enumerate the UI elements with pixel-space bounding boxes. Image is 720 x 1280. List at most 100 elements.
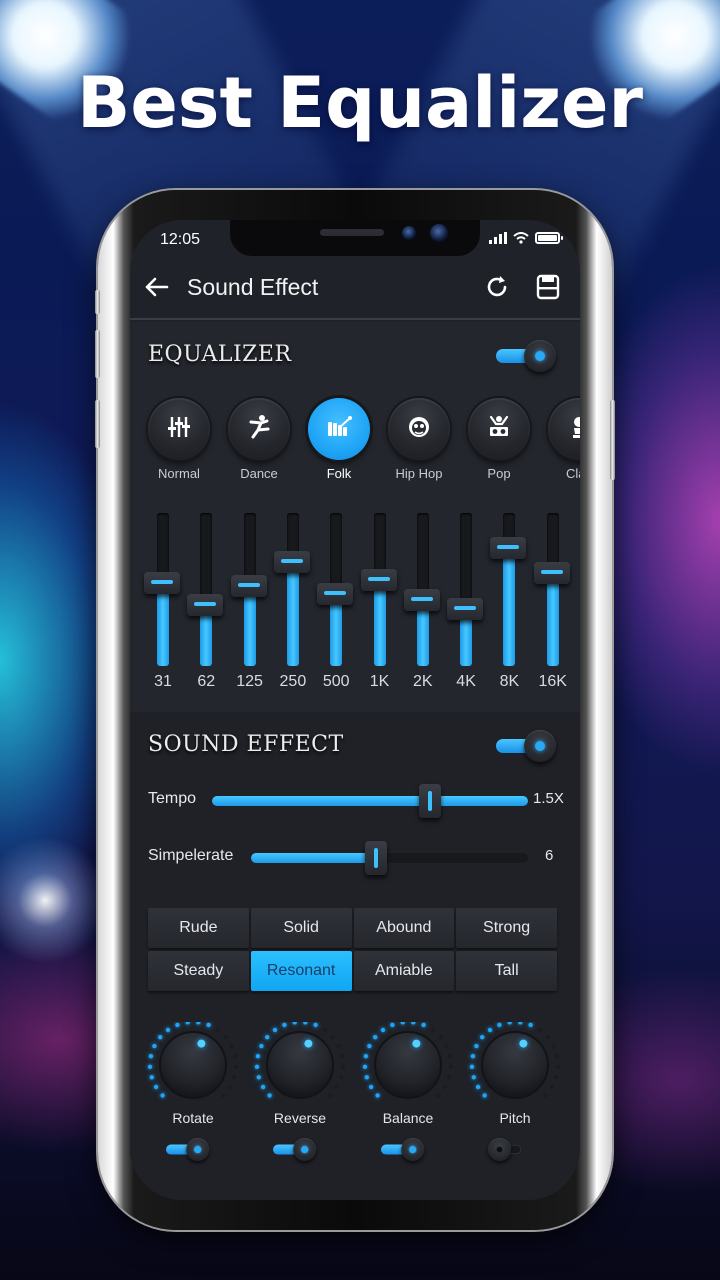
phone-screen: 12:05 Sound Effect EQUALIZER Normal Dance… [130, 220, 580, 1200]
arrow-left-icon[interactable] [142, 272, 172, 302]
preset-folk[interactable]: Folk [308, 398, 370, 481]
notch [230, 220, 480, 256]
band-thumb[interactable] [144, 572, 180, 595]
tempo-thumb[interactable] [419, 784, 442, 818]
knob-level-dot [265, 1035, 270, 1040]
band-fill [243, 586, 256, 666]
preset-hip-hop[interactable]: Hip Hop [388, 398, 450, 481]
simpelerate-thumb[interactable] [364, 841, 387, 875]
eq-band-8k[interactable]: 8K [487, 510, 531, 700]
toggle-knob [401, 1138, 425, 1162]
refresh-icon[interactable] [482, 272, 512, 302]
mode-button-tall[interactable]: Tall [456, 951, 557, 991]
mode-button-strong[interactable]: Strong [456, 908, 557, 948]
knob-level-dot [554, 1054, 560, 1059]
knob-label: Balance [382, 1110, 434, 1126]
band-fill [157, 583, 169, 666]
knob-level-dot [400, 1022, 405, 1025]
knob-dial[interactable] [466, 1022, 564, 1112]
knob-level-dot [555, 1064, 561, 1069]
knob-level-dot [148, 1054, 154, 1059]
eq-band-16k[interactable]: 16K [531, 510, 575, 700]
equalizer-section: EQUALIZER NormalDanceFolkHip HopPopClas … [130, 322, 580, 712]
knob-pitch: Pitch [466, 1022, 564, 1172]
tempo-fill [212, 796, 528, 806]
band-thumb[interactable] [317, 583, 354, 606]
eq-band-500[interactable]: 500 [314, 510, 358, 700]
knob-level-dot [175, 1022, 180, 1028]
effect-mode-grid: Rude Solid Abound Strong Steady Resonant Amiab… [148, 908, 557, 991]
band-thumb[interactable] [273, 550, 310, 573]
mode-button-amiable[interactable]: Amiable [353, 951, 455, 991]
equalizer-toggle[interactable] [496, 340, 560, 372]
simpelerate-label: Simpelerate [148, 847, 234, 864]
dj-icon [485, 414, 513, 445]
band-thumb[interactable] [403, 589, 440, 612]
knob-dial[interactable] [144, 1022, 242, 1112]
knob-level-dot [340, 1064, 346, 1069]
preset-label: Dance [240, 466, 278, 481]
preset-disc [468, 398, 530, 460]
preset-normal[interactable]: Normal [148, 398, 210, 481]
knob-level-dot [292, 1022, 297, 1025]
eq-band-31[interactable]: 31 [141, 510, 185, 700]
eq-band-62[interactable]: 62 [184, 510, 228, 700]
preset-pop[interactable]: Pop [468, 398, 530, 481]
eq-band-4k[interactable]: 4K [444, 510, 488, 700]
preset-clas[interactable]: Clas [548, 398, 580, 481]
knob-balance-toggle[interactable] [381, 1138, 427, 1162]
eq-band-1k[interactable]: 1K [358, 510, 402, 700]
knob-indicator [412, 1039, 421, 1048]
knob-dial[interactable] [251, 1022, 349, 1112]
mode-button-rude[interactable]: Rude [148, 908, 249, 948]
page-title: Sound Effect [187, 274, 319, 300]
knob-level-dot [330, 1035, 335, 1040]
eq-band-2k[interactable]: 2K [401, 510, 445, 700]
preset-dance[interactable]: Dance [228, 398, 290, 481]
simpelerate-fill [251, 853, 376, 863]
mode-button-steady[interactable]: Steady [148, 951, 249, 991]
band-thumb[interactable] [360, 569, 397, 592]
band-frequency-label: 16K [538, 673, 567, 690]
knob-indicator [304, 1039, 313, 1048]
knob-level-dot [554, 1075, 559, 1080]
sensor-icon [402, 226, 416, 240]
sound-effect-toggle[interactable] [496, 730, 560, 762]
band-thumb[interactable] [490, 537, 527, 560]
knob-level-dot [448, 1064, 454, 1069]
floppy-disk-icon[interactable] [533, 272, 563, 302]
knob-label: Rotate [172, 1110, 214, 1126]
preset-disc [548, 398, 580, 460]
eq-band-250[interactable]: 250 [271, 510, 315, 700]
rapper-face-icon [405, 414, 433, 445]
preset-label: Hip Hop [395, 466, 443, 481]
knob-dial[interactable] [359, 1022, 457, 1112]
wifi-icon [513, 232, 529, 244]
knob-level-dot [487, 1027, 493, 1033]
preset-disc [388, 398, 450, 460]
knob-rotate-toggle[interactable] [166, 1138, 212, 1162]
knob-indicator [519, 1039, 528, 1048]
knob-pitch-toggle[interactable] [488, 1138, 534, 1162]
knob-level-dot [272, 1027, 278, 1033]
band-thumb[interactable] [533, 561, 570, 584]
band-thumb[interactable] [230, 575, 267, 598]
knob-level-dot [215, 1027, 221, 1033]
band-fill [286, 561, 299, 666]
band-thumb[interactable] [187, 593, 224, 616]
band-thumb[interactable] [447, 598, 484, 621]
mode-button-solid[interactable]: Solid [250, 908, 352, 948]
knob-reverse-toggle[interactable] [273, 1138, 319, 1162]
sound-effect-title: SOUND EFFECT [148, 732, 344, 757]
knob-level-dot [147, 1064, 153, 1069]
equalizer-title: EQUALIZER [148, 342, 292, 367]
preset-label: Folk [326, 466, 352, 481]
signal-bars-icon [489, 232, 507, 244]
band-fill [503, 548, 516, 666]
mode-button-abound[interactable]: Abound [353, 908, 455, 948]
simpelerate-slider-row: Simpelerate 6 [130, 839, 580, 875]
eq-band-125[interactable]: 125 [228, 510, 272, 700]
mode-button-resonant[interactable]: Resonant [250, 951, 352, 991]
knob-level-dot [165, 1027, 171, 1033]
knob-balance: Balance [359, 1022, 457, 1172]
